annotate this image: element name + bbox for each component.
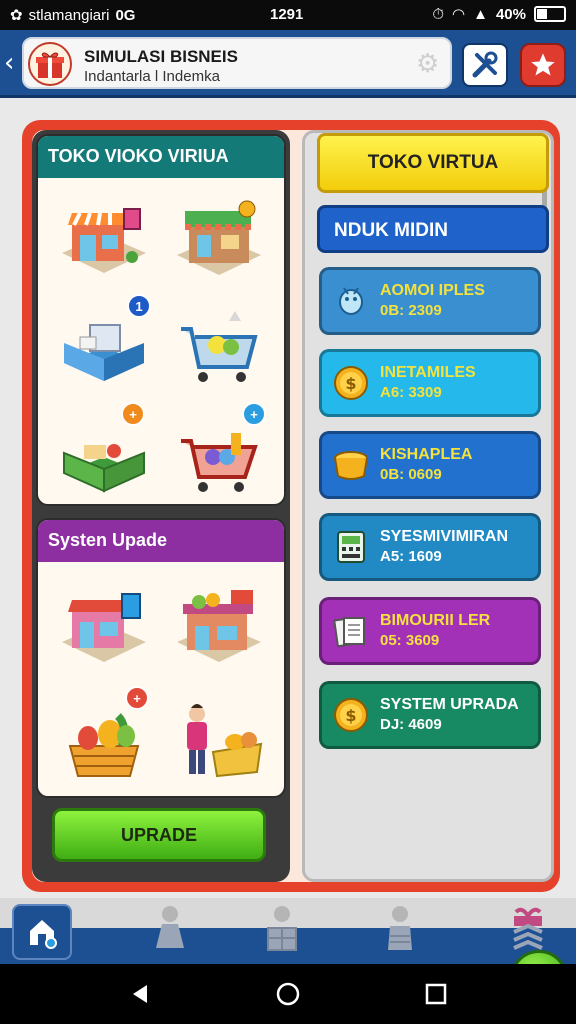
stat-title: AOMOI IPLES xyxy=(380,282,485,299)
home-icon xyxy=(30,920,57,949)
tools-icon xyxy=(472,51,498,78)
storefront-icon xyxy=(61,208,146,273)
app-header: ‹ SIMULASI BISNEIS Indantarla l Indemka … xyxy=(0,30,576,98)
gear-icon[interactable]: ⚙ xyxy=(416,51,442,77)
store-section-title: TOKO VIOKO VIRIUA xyxy=(38,136,284,178)
system-navigation-bar xyxy=(0,964,576,1024)
gift-icon[interactable] xyxy=(28,42,72,86)
svg-text:$: $ xyxy=(345,374,356,393)
stat-title: SYESMIVIMIRAN xyxy=(380,528,509,545)
stat-title: KISHAPLEA xyxy=(380,446,473,463)
battery-label: 40% xyxy=(495,5,526,23)
stat-card[interactable]: KISHAPLEA 0B: 0609 xyxy=(319,431,541,499)
wifi-icon: ◠ xyxy=(452,6,466,23)
store-section: TOKO VIOKO VIRIUA 1 + + xyxy=(36,134,286,506)
crate-tile[interactable]: 1 xyxy=(46,292,161,400)
signal-icon: ▲ xyxy=(473,5,488,23)
status-bar: ✿ stlamangiari 0G 1291 ⏱ ◠ ▲ 40% xyxy=(0,0,576,30)
home-circle-icon[interactable] xyxy=(276,982,300,1006)
tab-virtual-store[interactable]: TOKO VIRTUA xyxy=(317,133,549,193)
shopkeeper-tile[interactable] xyxy=(161,682,276,796)
badge-add: + xyxy=(125,686,149,710)
system-update-title: Systen Upade xyxy=(38,520,284,562)
papers-icon xyxy=(332,612,370,650)
stat-value: 05: 3609 xyxy=(380,632,440,649)
stat-title: BIMOURII LER xyxy=(380,612,491,629)
profile-icon xyxy=(388,906,412,950)
app-notification-icon: ✿ xyxy=(10,7,23,24)
svg-text:$: $ xyxy=(345,706,356,725)
tab-nduk-midin[interactable]: NDUK MIDIN xyxy=(317,205,549,253)
carrier-label: stlamangiari xyxy=(28,6,110,24)
badge-count: 1 xyxy=(127,294,151,318)
stat-value: 0B: 2309 xyxy=(380,302,442,319)
machine-icon xyxy=(332,528,370,566)
stat-card[interactable]: AOMOI IPLES 0B: 2309 xyxy=(319,267,541,335)
header-card: SIMULASI BISNEIS Indantarla l Indemka ⚙ xyxy=(22,37,452,89)
back-button[interactable]: ‹ xyxy=(4,48,14,78)
upgrade-button[interactable]: UPRADE xyxy=(52,808,266,862)
produce-basket-tile[interactable]: + xyxy=(46,400,161,504)
nav-user[interactable] xyxy=(140,900,200,956)
stat-card[interactable]: BIMOURII LER 05: 3609 xyxy=(319,597,541,665)
nav-gift-stack[interactable] xyxy=(498,900,558,956)
stat-title: SYSTEM UPRADA xyxy=(380,696,519,713)
storefront-tile[interactable] xyxy=(46,184,161,292)
badge-add: + xyxy=(121,402,145,426)
shopkeeper-icon xyxy=(186,704,262,778)
gift-stack-icon xyxy=(513,907,543,950)
cart-items-tile[interactable]: + xyxy=(161,400,276,504)
market-stall-tile[interactable] xyxy=(161,568,276,682)
pink-store-icon xyxy=(61,593,146,662)
nav-store-user[interactable] xyxy=(252,900,312,956)
shopping-cart-icon xyxy=(180,311,258,382)
nav-profile[interactable] xyxy=(370,900,430,956)
badge-add: + xyxy=(242,402,266,426)
shop-icon xyxy=(176,200,261,275)
stat-value: A6: 3309 xyxy=(380,384,442,401)
stat-value: 0B: 0609 xyxy=(380,466,442,483)
virtual-store-panel: TOKO VIRTUA NDUK MIDIN AOMOI IPLES 0B: 2… xyxy=(302,130,554,882)
app-screen: ✿ stlamangiari 0G 1291 ⏱ ◠ ▲ 40% ‹ SIMUL… xyxy=(0,0,576,1024)
stat-value: A5: 1609 xyxy=(380,548,442,565)
tools-button[interactable] xyxy=(462,43,508,87)
clock: 1291 xyxy=(270,6,304,23)
stat-card[interactable]: $ INETAMILES A6: 3309 xyxy=(319,349,541,417)
system-update-section: Systen Upade + xyxy=(36,518,286,798)
coin-icon: $ xyxy=(332,364,370,402)
pink-store-tile[interactable] xyxy=(46,568,161,682)
store-user-icon xyxy=(267,906,297,951)
network-label: 0G xyxy=(115,6,136,24)
dollar-coin-icon: $ xyxy=(332,696,370,734)
recents-square-icon[interactable] xyxy=(424,982,448,1006)
user-icon xyxy=(156,906,184,948)
stat-value: DJ: 4609 xyxy=(380,716,442,733)
market-stall-icon xyxy=(176,590,261,662)
vegetable-crate-tile[interactable]: + xyxy=(46,682,161,796)
star-icon xyxy=(531,53,555,76)
stat-title: INETAMILES xyxy=(380,364,476,381)
shopping-cart-tile[interactable] xyxy=(161,292,276,400)
stat-card[interactable]: $ SYSTEM UPRADA DJ: 4609 xyxy=(319,681,541,749)
stat-card[interactable]: SYESMIVIMIRAN A5: 1609 xyxy=(319,513,541,581)
nav-home[interactable] xyxy=(12,904,72,960)
page-subtitle: Indantarla l Indemka xyxy=(84,68,220,85)
pot-icon xyxy=(332,446,370,484)
shop-tile[interactable] xyxy=(161,184,276,292)
favorites-button[interactable] xyxy=(520,43,566,87)
battery-fill xyxy=(537,9,547,19)
back-triangle-icon[interactable] xyxy=(128,982,152,1006)
store-panel: TOKO VIOKO VIRIUA 1 + + Systen Upade + U… xyxy=(32,130,290,882)
alarm-icon: ⏱ xyxy=(432,5,445,23)
battery-icon xyxy=(534,6,566,22)
page-title: SIMULASI BISNEIS xyxy=(84,47,238,66)
robot-icon xyxy=(332,282,370,320)
